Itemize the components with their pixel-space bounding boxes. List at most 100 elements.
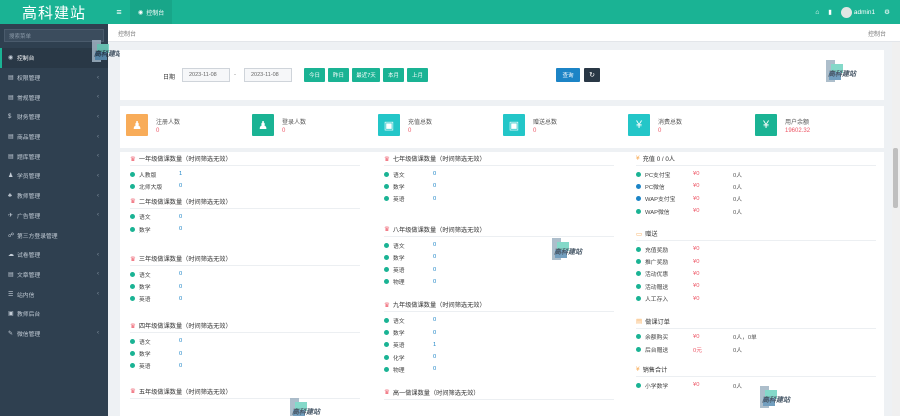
- list-item: 英语 1: [384, 339, 614, 351]
- sidebar-item-label: 控制台: [17, 56, 35, 63]
- date-start-input[interactable]: 2023-11-08: [182, 68, 230, 82]
- sidebar-item-label: 学员管理: [17, 174, 41, 181]
- app-logo[interactable]: 高科建站: [0, 0, 108, 24]
- breadcrumb: 控制台: [118, 32, 137, 38]
- stats-panels: ♛ 一年级做课数量（时间筛选无效） 人教版 1 北师大版 0 ♛ 二年级做课数量（时间筛选无效…: [120, 152, 884, 416]
- sidebar-item-14[interactable]: ✎ 微信管理 ‹: [0, 324, 108, 344]
- status-dot: [636, 246, 641, 252]
- sidebar-item-7[interactable]: ♣ 教师管理 ‹: [0, 186, 108, 206]
- status-dot: [130, 296, 135, 302]
- stat-icon: ▣: [503, 114, 525, 136]
- sidebar-item-label: 试卷管理: [17, 253, 41, 260]
- last-month-button[interactable]: 上月: [407, 68, 428, 82]
- home-icon[interactable]: ⌂: [815, 9, 819, 16]
- list-item: WAP微信 ¥0 0人: [636, 205, 876, 217]
- breadcrumb-bar: 控制台 控制台: [108, 24, 900, 42]
- sidebar-item-label: 财务管理: [17, 115, 41, 122]
- stat-icon: ¥: [755, 114, 777, 136]
- date-end-input[interactable]: 2023-11-08: [244, 68, 292, 82]
- section-title: ♛ 一年级做课数量（时间筛选无效）: [130, 152, 360, 166]
- stat-icon: ♟: [126, 114, 148, 136]
- user-menu[interactable]: admin1: [840, 6, 875, 18]
- stat-value: 0: [533, 128, 537, 134]
- sidebar-item-12[interactable]: ☰ 站内信 ‹: [0, 284, 108, 304]
- sidebar-item-icon: ♟: [8, 173, 14, 180]
- stat-label: 消费总数: [658, 120, 683, 126]
- sidebar-item-10[interactable]: ☁ 试卷管理 ‹: [0, 245, 108, 265]
- search-button[interactable]: 查询: [556, 68, 580, 82]
- list-item: 小学数学 ¥0 0人: [636, 379, 876, 391]
- sidebar-item-icon: ▤: [8, 134, 14, 141]
- sidebar-item-label: 广告管理: [17, 213, 41, 220]
- sidebar-item-5[interactable]: ▤ 题库管理 ‹: [0, 146, 108, 166]
- trophy-icon: ♛: [384, 155, 390, 163]
- sidebar-item-label: 题库管理: [17, 154, 41, 161]
- grade-section: ♛ 二年级做课数量（时间筛选无效） 语文 0 数学 0: [130, 195, 360, 236]
- status-dot: [636, 296, 641, 302]
- sidebar-item-1[interactable]: ▤ 权限管理 ‹: [0, 68, 108, 88]
- gear-icon[interactable]: ⚙: [884, 8, 890, 16]
- status-dot: [384, 171, 389, 177]
- sidebar-item-9[interactable]: ☍ 第三方登录管理: [0, 225, 108, 245]
- sidebar-item-4[interactable]: ▤ 商品管理 ‹: [0, 127, 108, 147]
- section-title: ▤ 做课订单: [636, 315, 876, 329]
- status-dot: [636, 196, 641, 202]
- sidebar-item-label: 教师后台: [17, 312, 41, 319]
- list-item: 语文 0: [130, 335, 360, 347]
- status-dot: [130, 338, 135, 344]
- status-dot: [130, 271, 135, 277]
- sidebar-item-11[interactable]: ▤ 文章管理 ‹: [0, 265, 108, 285]
- grade-column-1: ♛ 一年级做课数量（时间筛选无效） 人教版 1 北师大版 0 ♛ 二年级做课数量（时间筛选无效…: [130, 152, 360, 416]
- status-dot: [636, 259, 641, 265]
- list-item: 数学 0: [130, 347, 360, 359]
- yesterday-button[interactable]: 昨日: [328, 68, 349, 82]
- stat-value: 19602.32: [785, 128, 811, 134]
- tab-dashboard[interactable]: ◉ 控制台: [130, 0, 173, 24]
- sidebar-item-8[interactable]: ✈ 广告管理 ‹: [0, 206, 108, 226]
- stat-label: 赠送总数: [533, 120, 558, 126]
- stat-icon: ▣: [378, 114, 400, 136]
- today-button[interactable]: 今日: [304, 68, 325, 82]
- this-month-button[interactable]: 本月: [383, 68, 404, 82]
- sidebar-item-2[interactable]: ▤ 常规管理 ‹: [0, 87, 108, 107]
- stat-value: 0: [408, 128, 412, 134]
- section-icon: ¥: [636, 155, 640, 162]
- section-title: ♛ 八年级做课数量（时间筛选无效）: [384, 223, 614, 237]
- page-scrollbar[interactable]: [892, 42, 900, 416]
- menu-toggle-icon[interactable]: ≡: [108, 7, 130, 17]
- top-navbar: ≡ ◉ 控制台 ⌂ ▮ admin1 ⚙: [108, 0, 900, 24]
- sidebar-item-6[interactable]: ♟ 学员管理 ‹: [0, 166, 108, 186]
- watermark-logo: 高科建站: [552, 238, 582, 266]
- sidebar-item-3[interactable]: $ 财务管理 ‹: [0, 107, 108, 127]
- chevron-left-icon: ‹: [97, 133, 99, 140]
- menu-search-input[interactable]: 搜索菜单: [4, 29, 104, 42]
- status-dot: [384, 242, 389, 248]
- sidebar-item-label: 文章管理: [17, 272, 41, 279]
- status-dot: [636, 382, 641, 388]
- status-dot: [130, 363, 135, 369]
- status-dot: [384, 279, 389, 285]
- last-7-days-button[interactable]: 最近7天: [352, 68, 380, 82]
- clear-cache-icon[interactable]: ▮: [828, 8, 832, 16]
- chevron-left-icon: ‹: [97, 74, 99, 81]
- section-title: ♛ 高一做课数量（时间筛选无效）: [384, 386, 614, 400]
- sidebar-item-label: 常规管理: [17, 95, 41, 102]
- refresh-icon[interactable]: ↻: [584, 68, 600, 82]
- date-label: 日期: [163, 75, 176, 81]
- list-item: 化学 0: [384, 351, 614, 363]
- finance-column: ¥ 充值 0 / 0人 PC支付宝 ¥0 0人 PC微信 ¥0 0人 WAP支付宝 ¥0 0人 WAP…: [636, 152, 876, 416]
- sidebar-nav: ◉ 控制台 ▤ 权限管理 ‹ ▤ 常规管理 ‹ $ 财务管理 ‹ ▤ 商品管理 ‹ ▤ 题库管理 ‹ ♟ 学员管理 ‹…: [0, 48, 108, 343]
- finance-section: ▭ 赠送 充值奖励 ¥0 推广奖励 ¥0 活动优惠 ¥0 活动赠送 ¥0 人工存入 ¥0: [636, 227, 876, 304]
- main-content: 日期 2023-11-08 - 2023-11-08 今日 昨日 最近7天 本月…: [108, 42, 892, 416]
- stat-label: 登录人数: [282, 120, 307, 126]
- section-title: ¥ 充值 0 / 0人: [636, 152, 876, 166]
- list-item: 英语 0: [130, 293, 360, 305]
- status-dot: [130, 351, 135, 357]
- summary-stats: ♟ 注册人数 0 ♟ 登录人数 0 ▣ 充值总数 0 ▣ 赠送总数 0 ¥ 消费总数 0 ¥ 用户余额 19602…: [120, 106, 884, 148]
- list-item: 语文 0: [384, 314, 614, 326]
- status-dot: [636, 283, 641, 289]
- trophy-icon: ♛: [384, 301, 390, 309]
- grade-section: ♛ 一年级做课数量（时间筛选无效） 人教版 1 北师大版 0: [130, 152, 360, 193]
- sidebar-item-13[interactable]: ▣ 教师后台: [0, 304, 108, 324]
- status-dot: [384, 183, 389, 189]
